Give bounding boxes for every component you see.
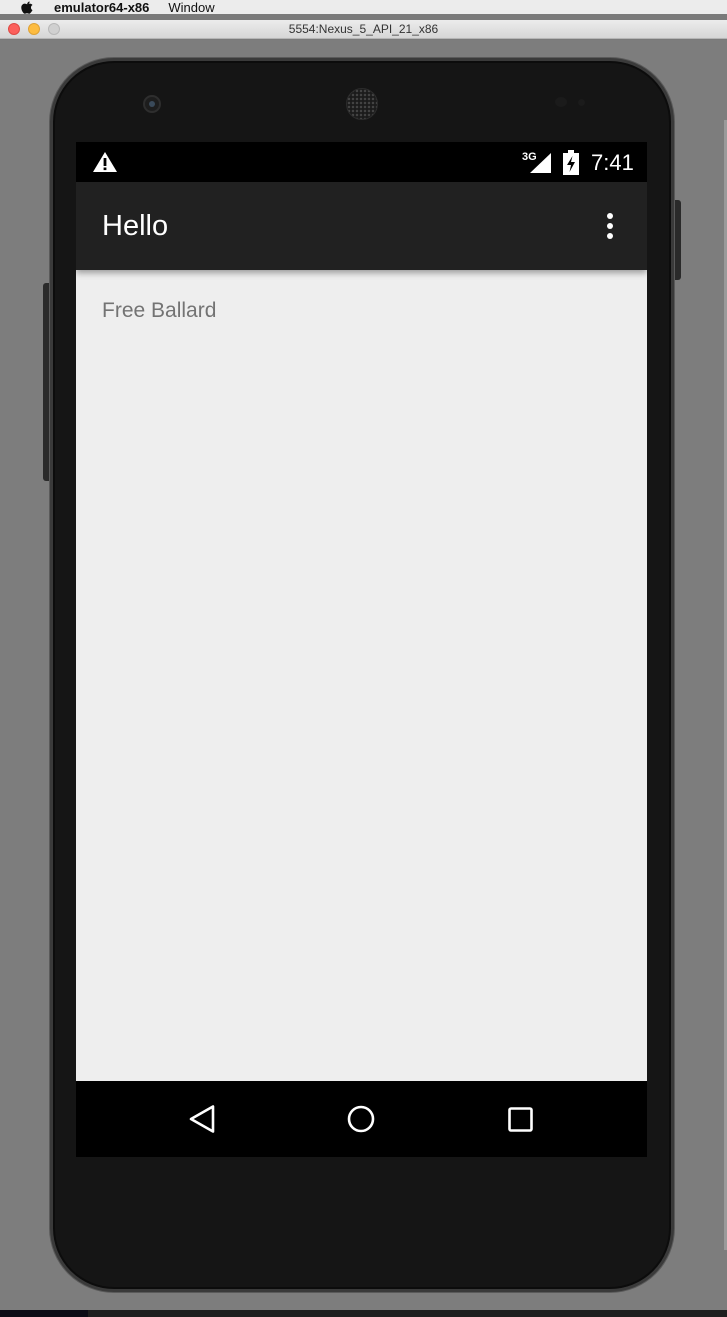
window-titlebar: 5554:Nexus_5_API_21_x86 bbox=[0, 20, 727, 39]
battery-charging-icon bbox=[563, 150, 579, 175]
navigation-bar bbox=[76, 1081, 647, 1157]
warning-icon bbox=[93, 152, 117, 172]
front-camera-icon bbox=[143, 95, 161, 113]
menu-app-name[interactable]: emulator64-x86 bbox=[54, 0, 149, 15]
app-title: Hello bbox=[102, 210, 169, 242]
overflow-dot bbox=[607, 223, 613, 229]
apple-icon[interactable] bbox=[20, 0, 33, 14]
overflow-dot bbox=[607, 213, 613, 219]
overflow-dot bbox=[607, 233, 613, 239]
menu-item-window[interactable]: Window bbox=[168, 0, 214, 15]
light-sensor-icon bbox=[578, 99, 585, 106]
network-type-label: 3G bbox=[522, 151, 537, 163]
home-icon[interactable] bbox=[347, 1105, 375, 1133]
app-bar: Hello bbox=[76, 182, 647, 270]
desktop-edge bbox=[0, 1310, 727, 1317]
status-bar: 3G 7:41 bbox=[76, 142, 647, 182]
status-clock: 7:41 bbox=[591, 150, 634, 175]
window-title: 5554:Nexus_5_API_21_x86 bbox=[288, 22, 439, 36]
back-icon[interactable] bbox=[188, 1104, 216, 1134]
power-button[interactable] bbox=[674, 200, 681, 280]
mac-menubar: emulator64-x86 Window bbox=[0, 0, 727, 15]
content-text: Free Ballard bbox=[102, 299, 217, 322]
volume-button[interactable] bbox=[43, 283, 50, 481]
more-vert-icon[interactable] bbox=[598, 208, 622, 244]
cell-signal-icon: 3G bbox=[522, 151, 551, 173]
earpiece-speaker-icon bbox=[346, 88, 378, 120]
recents-icon[interactable] bbox=[508, 1107, 533, 1132]
dock-edge bbox=[0, 1310, 88, 1317]
device-screen: 3G 7:41 Hello Free Ballard bbox=[76, 142, 647, 1157]
proximity-sensor-icon bbox=[555, 97, 567, 107]
